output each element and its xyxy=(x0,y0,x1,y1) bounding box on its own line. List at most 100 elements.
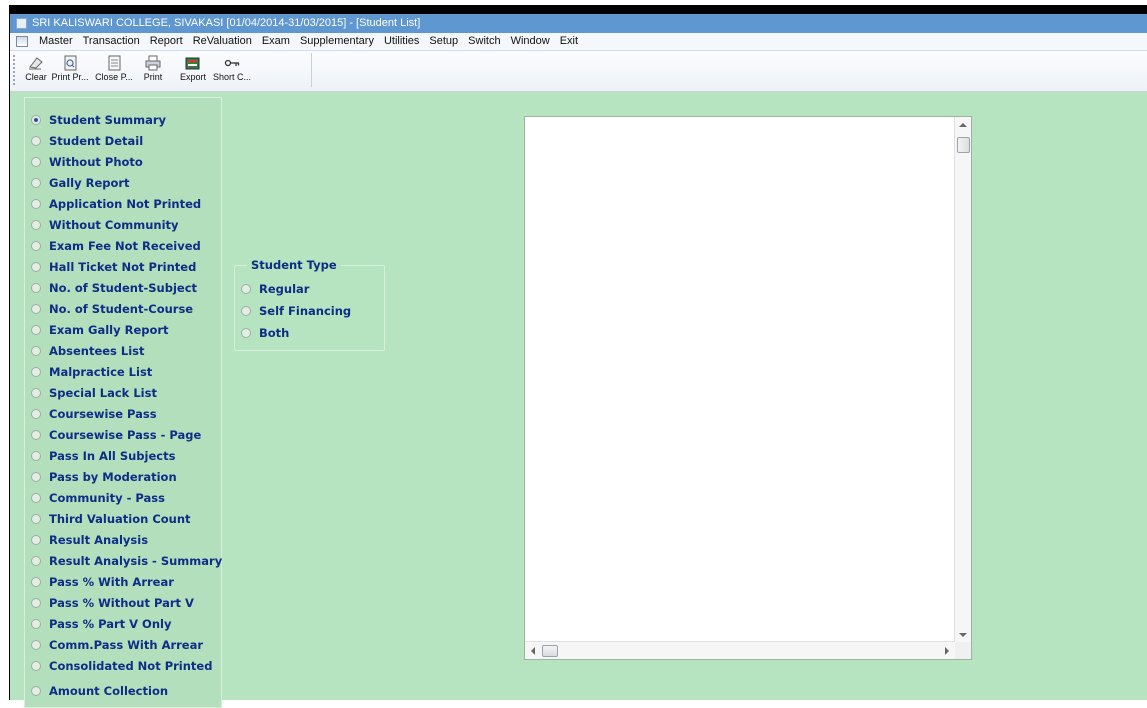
radio-icon[interactable] xyxy=(31,324,41,335)
menu-exit[interactable]: Exit xyxy=(555,34,583,49)
menu-transaction[interactable]: Transaction xyxy=(78,34,145,49)
menu-exam[interactable]: Exam xyxy=(257,34,295,49)
report-option[interactable]: Malpractice List xyxy=(31,362,152,382)
scroll-left-icon[interactable] xyxy=(531,647,535,655)
radio-icon[interactable] xyxy=(31,303,41,314)
report-option[interactable]: Result Analysis - Summary xyxy=(31,551,222,571)
report-option[interactable]: Without Photo xyxy=(31,152,143,172)
radio-icon[interactable] xyxy=(31,660,41,671)
radio-icon[interactable] xyxy=(31,366,41,377)
export-button[interactable]: Export xyxy=(176,53,210,87)
report-option[interactable]: No. of Student-Subject xyxy=(31,278,197,298)
radio-icon[interactable] xyxy=(31,240,41,251)
menu-setup[interactable]: Setup xyxy=(424,34,463,49)
vertical-scroll-thumb[interactable] xyxy=(957,137,970,153)
report-option[interactable]: Pass by Moderation xyxy=(31,467,177,487)
report-option[interactable]: Pass % Without Part V xyxy=(31,593,194,613)
radio-icon[interactable] xyxy=(31,156,41,167)
report-option[interactable]: Exam Fee Not Received xyxy=(31,236,201,256)
print-label: Print xyxy=(143,72,163,82)
report-option[interactable]: Exam Gally Report xyxy=(31,320,169,340)
report-option[interactable]: No. of Student-Course xyxy=(31,299,193,319)
report-option[interactable]: Pass % With Arrear xyxy=(31,572,174,592)
radio-icon[interactable] xyxy=(31,513,41,524)
radio-icon[interactable] xyxy=(31,429,41,440)
menu-revaluation[interactable]: ReValuation xyxy=(188,34,257,49)
radio-icon[interactable] xyxy=(31,408,41,419)
menu-window[interactable]: Window xyxy=(506,34,555,49)
print-preview-button[interactable]: Print Pr... xyxy=(48,53,92,87)
radio-icon[interactable] xyxy=(31,534,41,545)
report-option[interactable]: Pass % Part V Only xyxy=(31,614,171,634)
menu-bar: Master Transaction Report ReValuation Ex… xyxy=(10,33,1147,51)
close-preview-button[interactable]: Close P... xyxy=(94,53,134,87)
student-type-regular[interactable]: Regular xyxy=(241,279,309,299)
horizontal-scroll-thumb[interactable] xyxy=(542,645,558,657)
report-option[interactable]: Third Valuation Count xyxy=(31,509,191,529)
report-option[interactable]: Student Detail xyxy=(31,131,143,151)
mdi-child-icon[interactable] xyxy=(16,36,28,47)
toolbar-separator xyxy=(311,53,312,87)
report-option[interactable]: Without Community xyxy=(31,215,179,235)
toolbar-grip[interactable] xyxy=(13,55,15,85)
report-option[interactable]: Coursewise Pass - Page xyxy=(31,425,201,445)
radio-icon[interactable] xyxy=(31,135,41,146)
close-preview-icon xyxy=(108,55,121,71)
menu-switch[interactable]: Switch xyxy=(463,34,505,49)
vertical-scrollbar[interactable] xyxy=(954,117,971,643)
print-preview-icon xyxy=(64,55,77,71)
horizontal-scrollbar[interactable] xyxy=(525,641,955,659)
report-option[interactable]: Pass In All Subjects xyxy=(31,446,175,466)
report-option[interactable]: Community - Pass xyxy=(31,488,165,508)
radio-icon[interactable] xyxy=(241,305,251,316)
radio-icon[interactable] xyxy=(241,283,251,294)
radio-icon[interactable] xyxy=(31,177,41,188)
radio-icon[interactable] xyxy=(31,387,41,398)
app-icon xyxy=(16,18,27,29)
menu-report[interactable]: Report xyxy=(145,34,188,49)
key-icon xyxy=(224,59,240,67)
radio-icon[interactable] xyxy=(31,471,41,482)
report-option[interactable]: Student Summary xyxy=(31,110,166,130)
radio-icon[interactable] xyxy=(241,327,251,338)
radio-icon[interactable] xyxy=(31,492,41,503)
radio-icon[interactable] xyxy=(31,345,41,356)
radio-icon[interactable] xyxy=(31,597,41,608)
radio-selected-icon[interactable] xyxy=(31,114,41,125)
print-preview-label: Print Pr... xyxy=(51,72,89,82)
radio-icon[interactable] xyxy=(31,261,41,272)
radio-icon[interactable] xyxy=(31,282,41,293)
radio-icon[interactable] xyxy=(31,450,41,461)
report-option[interactable]: Special Lack List xyxy=(31,383,157,403)
title-bar[interactable]: SRI KALISWARI COLLEGE, SIVAKASI [01/04/2… xyxy=(10,14,1147,33)
radio-icon[interactable] xyxy=(31,198,41,209)
shortcut-button[interactable]: Short C... xyxy=(212,53,252,87)
student-type-both[interactable]: Both xyxy=(241,323,289,343)
menu-utilities[interactable]: Utilities xyxy=(379,34,424,49)
report-preview-area[interactable] xyxy=(524,116,972,660)
report-option[interactable]: Application Not Printed xyxy=(31,194,201,214)
report-option[interactable]: Result Analysis xyxy=(31,530,148,550)
radio-icon[interactable] xyxy=(31,639,41,650)
printer-icon xyxy=(145,55,161,71)
report-option[interactable]: Absentees List xyxy=(31,341,145,361)
report-option[interactable]: Comm.Pass With Arrear xyxy=(31,635,203,655)
radio-icon[interactable] xyxy=(31,685,41,696)
radio-icon[interactable] xyxy=(31,618,41,629)
radio-icon[interactable] xyxy=(31,219,41,230)
report-option[interactable]: Gally Report xyxy=(31,173,130,193)
radio-icon[interactable] xyxy=(31,576,41,587)
scroll-right-icon[interactable] xyxy=(945,647,949,655)
print-button[interactable]: Print xyxy=(138,53,168,87)
student-type-self-financing[interactable]: Self Financing xyxy=(241,301,351,321)
report-option[interactable]: Hall Ticket Not Printed xyxy=(31,257,196,277)
menu-master[interactable]: Master xyxy=(34,34,78,49)
report-option[interactable]: Consolidated Not Printed xyxy=(31,656,212,676)
report-option[interactable]: Amount Collection xyxy=(31,681,168,701)
scroll-up-icon[interactable] xyxy=(959,123,967,127)
menu-supplementary[interactable]: Supplementary xyxy=(295,34,379,49)
scroll-down-icon[interactable] xyxy=(959,633,967,637)
report-options-panel: Student Summary Student Detail Without P… xyxy=(24,97,222,708)
report-option[interactable]: Coursewise Pass xyxy=(31,404,157,424)
radio-icon[interactable] xyxy=(31,555,41,566)
